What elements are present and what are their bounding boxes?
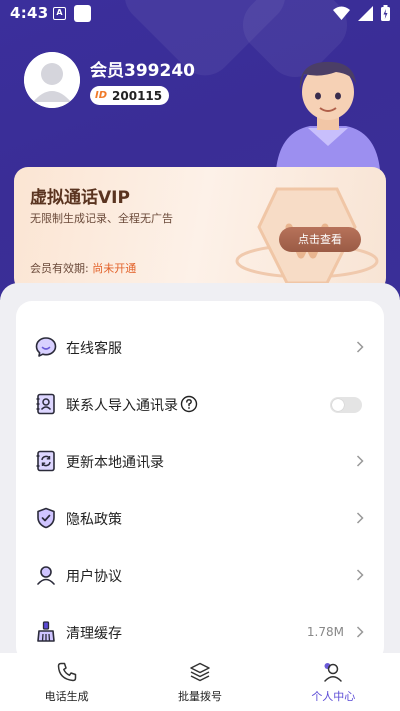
nav-label: 批量拨号: [177, 690, 222, 703]
nav-tab-phone-generate[interactable]: 电话生成: [0, 653, 133, 711]
nav-label: 电话生成: [44, 690, 89, 703]
id-tag: ID: [95, 90, 108, 101]
notification-a-icon: A: [53, 7, 66, 20]
phone-icon: [57, 662, 76, 682]
vip-card[interactable]: 虚拟通话VIP 无限制生成记录、全程无广告 点击查看 会员有效期: 尚未开通: [14, 167, 386, 292]
cache-size: 1.78M: [306, 625, 344, 639]
vip-validity: 会员有效期: 尚未开通: [30, 260, 136, 276]
chevron-right-icon: [356, 512, 364, 524]
menu-label: 联系人导入通讯录: [66, 398, 178, 414]
menu-item-update-contacts[interactable]: 更新本地通讯录: [16, 434, 384, 490]
menu-item-privacy-policy[interactable]: 隐私政策: [16, 491, 384, 547]
signal-icon: [358, 5, 373, 21]
menu-item-import-contacts: 联系人导入通讯录: [16, 377, 384, 433]
shield-check-icon: [37, 507, 55, 529]
wifi-icon: [333, 6, 350, 20]
nav-tab-batch-dial[interactable]: 批量拨号: [133, 653, 266, 711]
menu-label: 更新本地通讯录: [66, 455, 164, 471]
broom-icon: [37, 621, 55, 642]
notification-square-icon: [74, 5, 91, 22]
user-icon: [37, 566, 55, 585]
menu-label: 在线客服: [66, 341, 122, 357]
menu-item-online-service[interactable]: 在线客服: [16, 320, 384, 376]
menu-label: 用户协议: [66, 569, 122, 585]
layers-icon: [190, 662, 210, 682]
chevron-right-icon: [356, 341, 364, 353]
vip-validity-label: 会员有效期:: [30, 262, 89, 275]
profile-icon: [324, 663, 343, 682]
status-bar: 4:43 A: [0, 0, 400, 28]
battery-icon: [381, 5, 390, 21]
user-id-number: 200115: [112, 88, 163, 103]
sync-contacts-icon: [36, 450, 55, 472]
vip-subtitle: 无限制生成记录、全程无广告: [30, 212, 173, 225]
chevron-right-icon: [356, 455, 364, 467]
user-id-badge: ID 200115: [90, 86, 170, 105]
settings-menu: 在线客服 联系人导入通讯录 更新本地通讯录 隐私政策 用户协议 清理缓存 1.7…: [16, 301, 384, 663]
chat-bubble-icon: [35, 337, 57, 357]
menu-label: 隐私政策: [66, 512, 122, 528]
vip-title: 虚拟通话VIP: [30, 188, 130, 208]
character-illustration: [276, 61, 380, 170]
avatar[interactable]: [24, 52, 80, 108]
toggle-knob: [332, 399, 344, 411]
nav-label: 个人中心: [311, 690, 356, 703]
chevron-right-icon: [356, 569, 364, 581]
default-avatar-icon: [24, 52, 80, 108]
status-time: 4:43: [10, 4, 49, 22]
menu-label: 清理缓存: [66, 626, 122, 642]
vip-validity-status: 尚未开通: [92, 262, 137, 275]
nav-tab-profile[interactable]: 个人中心: [267, 653, 400, 711]
vip-view-button[interactable]: 点击查看: [279, 227, 361, 252]
chevron-right-icon: [356, 626, 364, 638]
username: 会员399240: [90, 61, 195, 81]
import-contacts-toggle[interactable]: [330, 397, 362, 413]
bottom-nav: 电话生成 批量拨号 个人中心: [0, 653, 400, 711]
help-circle-icon[interactable]: [180, 395, 198, 413]
menu-item-user-agreement[interactable]: 用户协议: [16, 548, 384, 604]
contact-book-icon: [36, 393, 55, 415]
